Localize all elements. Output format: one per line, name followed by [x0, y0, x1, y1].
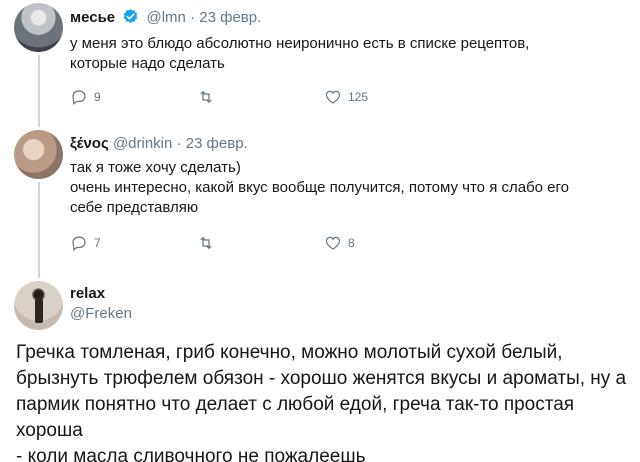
avatar-figure	[35, 297, 43, 323]
tweet-date[interactable]: 23 февр.	[186, 135, 248, 152]
tweet-text-line: у меня это блюдо абсолютно неиронично ес…	[70, 35, 530, 52]
reply-count: 7	[94, 236, 101, 250]
separator: ·	[176, 135, 182, 152]
like-count: 125	[348, 90, 369, 104]
thread-line	[38, 55, 40, 127]
author-handle[interactable]: @lmn	[147, 9, 186, 26]
retweet-icon	[200, 90, 212, 104]
tweet-text-line: Гречка томленая, гриб конечно, можно мол…	[16, 342, 563, 363]
retweet-button[interactable]	[197, 88, 221, 106]
author-name[interactable]: relax	[70, 285, 105, 302]
like-count: 8	[348, 236, 355, 250]
like-button[interactable]: 125	[324, 88, 368, 106]
avatar[interactable]	[14, 3, 63, 52]
author-handle[interactable]: @drinkin	[113, 135, 172, 152]
main-tweet-text: Гречка томленая, гриб конечно, можно мол…	[16, 340, 632, 462]
avatar[interactable]	[14, 130, 63, 179]
tweet-header: месье @lmn · 23 февр.	[70, 8, 261, 26]
retweet-button[interactable]	[197, 234, 221, 252]
reply-button[interactable]: 9	[70, 88, 101, 106]
reply-icon	[72, 236, 86, 251]
like-icon	[325, 90, 341, 104]
tweet-date[interactable]: 23 февр.	[199, 9, 261, 26]
tweet-text-line: очень интересно, какой вкус вообще получ…	[70, 179, 570, 196]
author-name[interactable]: месье	[70, 9, 115, 26]
author-name[interactable]: ξένος	[70, 135, 109, 152]
tweet-text-line: которые надо сделать	[70, 55, 225, 72]
retweet-icon	[200, 236, 212, 250]
tweet-text-line: пармик понятно что делает с любой едой, …	[16, 394, 575, 441]
verified-icon	[124, 9, 138, 23]
tweet-actions: 9 125	[70, 88, 470, 108]
reply-button[interactable]: 7	[70, 234, 101, 252]
tweet-header: ξένος @drinkin · 23 февр.	[70, 135, 248, 152]
tweet-text-line: так я тоже хочу сделать)	[70, 159, 241, 176]
thread-line	[38, 182, 40, 278]
separator: ·	[190, 9, 196, 26]
author-handle[interactable]: @Freken	[70, 305, 132, 322]
like-button[interactable]: 8	[324, 234, 355, 252]
avatar[interactable]	[14, 281, 63, 330]
reply-icon	[72, 90, 86, 105]
tweet-text-line: - коли масла сливочного не пожалеешь	[16, 446, 366, 462]
tweet-text-line: себе представляю	[70, 199, 199, 216]
tweet-text: у меня это блюдо абсолютно неиронично ес…	[70, 34, 529, 74]
reply-count: 9	[94, 90, 101, 104]
tweet-text-line: брызнуть трюфелем обязон - хорошо женятс…	[16, 368, 627, 389]
tweet-actions: 7 8	[70, 234, 470, 254]
like-icon	[325, 236, 341, 250]
tweet-text: так я тоже хочу сделать) очень интересно…	[70, 158, 569, 218]
